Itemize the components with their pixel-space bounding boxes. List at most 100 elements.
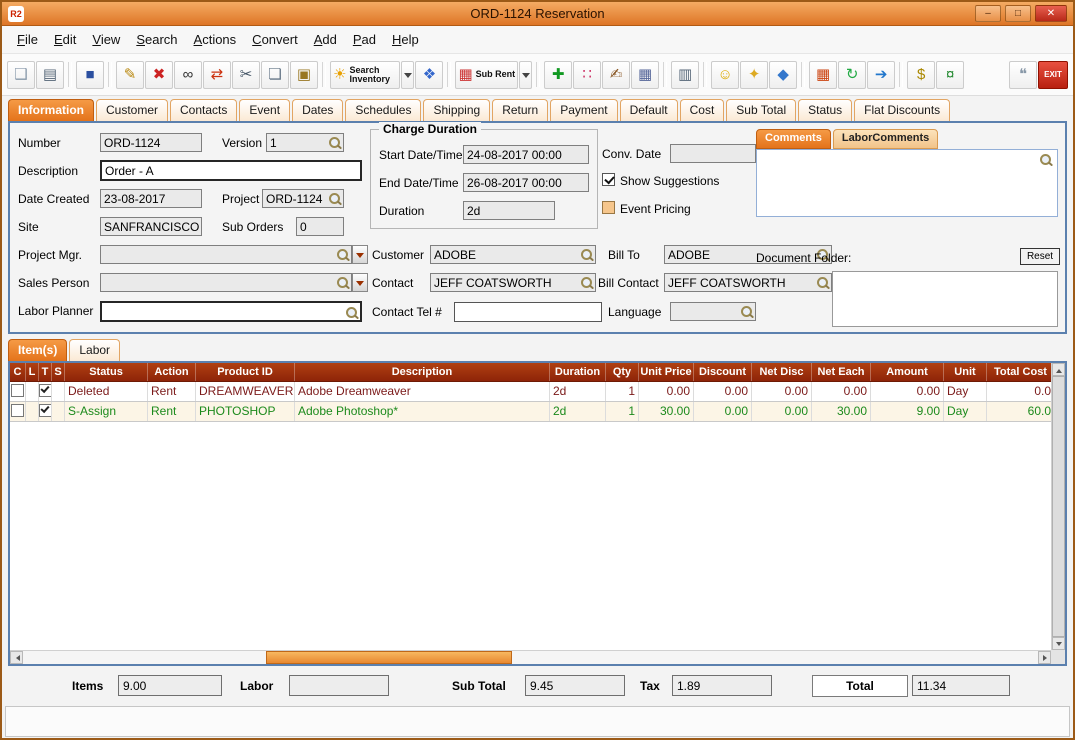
column-header-s[interactable]: S [52,363,65,381]
convert-order-button[interactable]: ⇄ [203,61,231,89]
menu-edit[interactable]: Edit [47,29,83,50]
cell-c[interactable] [10,402,26,421]
horizontal-scroll-thumb[interactable] [266,651,512,664]
customer-search-icon[interactable] [580,248,594,262]
edit-notes-button[interactable]: ✍ [602,61,630,89]
payment-button[interactable]: ¤ [936,61,964,89]
coins-button[interactable]: $ [907,61,935,89]
find-button[interactable]: ∞ [174,61,202,89]
title-bar[interactable]: R2 ORD-1124 Reservation – □ ✕ [2,2,1073,26]
date-created-field[interactable]: 23-08-2017 [100,189,202,208]
close-button[interactable]: ✕ [1035,5,1067,22]
exit-button[interactable]: EXIT [1038,61,1068,89]
show-suggestions-checkbox[interactable] [602,173,615,186]
table-row[interactable]: S-AssignRentPHOTOSHOPAdobe Photoshop*2d1… [10,402,1065,422]
sales-person-dropdown-button[interactable] [352,273,368,292]
vertical-scroll-thumb[interactable] [1052,376,1065,637]
labor-planner-field[interactable] [100,301,362,322]
start-datetime-field[interactable]: 24-08-2017 00:00 [463,145,589,164]
cell-l[interactable] [26,382,39,401]
items-tab-item-s[interactable]: Item(s) [8,339,67,361]
column-header-qty[interactable]: Qty [606,363,639,381]
sales-person-search-icon[interactable] [336,276,350,290]
horizontal-scroll-track[interactable] [23,651,1038,664]
tab-status[interactable]: Status [798,99,852,121]
labor-planner-search-icon[interactable] [345,306,359,320]
tab-contacts[interactable]: Contacts [170,99,237,121]
table-row[interactable]: DeletedRentDREAMWEAVERAdobe Dreamweaver2… [10,382,1065,402]
column-header-duration[interactable]: Duration [550,363,606,381]
scroll-up-button[interactable] [1052,363,1065,376]
scroll-right-button[interactable] [1038,651,1051,664]
export-button[interactable]: ➔ [867,61,895,89]
tab-default[interactable]: Default [620,99,678,121]
event-pricing-checkbox[interactable] [602,201,615,214]
column-header-action[interactable]: Action [148,363,196,381]
t-checkbox[interactable] [39,404,52,417]
customer-field[interactable]: ADOBE [430,245,596,264]
items-tab-labor[interactable]: Labor [69,339,120,361]
menu-add[interactable]: Add [307,29,344,50]
column-header-c[interactable]: C [10,363,26,381]
minimize-button[interactable]: – [975,5,1001,22]
items-total-field[interactable]: 9.00 [118,675,222,696]
tab-return[interactable]: Return [492,99,548,121]
shipment-button[interactable]: ◆ [769,61,797,89]
bill-contact-search-icon[interactable] [816,276,830,290]
refresh-button[interactable]: ↻ [838,61,866,89]
document-folder-textarea[interactable] [832,271,1058,327]
tab-event[interactable]: Event [239,99,290,121]
column-header-discount[interactable]: Discount [694,363,752,381]
apply-filter-button[interactable]: ❖ [415,61,443,89]
contact-field[interactable]: JEFF COATSWORTH [430,273,596,292]
sub-orders-field[interactable]: 0 [296,217,344,236]
horizontal-scrollbar[interactable] [10,650,1051,664]
paste-button[interactable]: ▣ [290,61,318,89]
version-field[interactable]: 1 [266,133,344,152]
menu-actions[interactable]: Actions [187,29,244,50]
cube-stack-button[interactable]: ▦ [809,61,837,89]
tab-shipping[interactable]: Shipping [423,99,490,121]
language-field[interactable] [670,302,756,321]
menu-convert[interactable]: Convert [245,29,305,50]
column-header-net-disc[interactable]: Net Disc [752,363,812,381]
tab-information[interactable]: Information [8,99,94,121]
scroll-left-button[interactable] [10,651,23,664]
search-inventory-dropdown-button[interactable] [401,61,414,89]
menu-help[interactable]: Help [385,29,426,50]
comments-tab-comments[interactable]: Comments [756,129,831,149]
column-header-unit[interactable]: Unit [944,363,987,381]
tab-customer[interactable]: Customer [96,99,168,121]
cell-l[interactable] [26,402,39,421]
vertical-scrollbar[interactable] [1051,363,1065,650]
sub-rent-button[interactable]: ▦Sub Rent [455,61,518,89]
conv-date-field[interactable] [670,144,756,163]
add-item-button[interactable]: ✚ [544,61,572,89]
column-header-description[interactable]: Description [295,363,550,381]
menu-file[interactable]: File [10,29,45,50]
tab-payment[interactable]: Payment [550,99,617,121]
sub-rent-dropdown-button[interactable] [519,61,532,89]
end-datetime-field[interactable]: 26-08-2017 00:00 [463,173,589,192]
tab-cost[interactable]: Cost [680,99,725,121]
comment-button[interactable]: ❝ [1009,61,1037,89]
new-document-button[interactable]: ❑ [7,61,35,89]
column-header-t[interactable]: T [39,363,52,381]
save-button[interactable]: ■ [76,61,104,89]
cell-t[interactable] [39,382,52,401]
project-mgr-dropdown-button[interactable] [352,245,368,264]
description-field[interactable]: Order - A [100,160,362,181]
version-search-icon[interactable] [328,136,342,150]
tab-dates[interactable]: Dates [292,99,343,121]
c-checkbox[interactable] [11,384,24,397]
column-header-product-id[interactable]: Product ID [196,363,295,381]
search-inventory-button[interactable]: ☀Search Inventory [330,61,400,89]
maximize-button[interactable]: □ [1005,5,1031,22]
comments-search-icon[interactable] [1039,153,1053,167]
sub-total-field[interactable]: 9.45 [525,675,625,696]
tax-field[interactable]: 1.89 [672,675,772,696]
comments-textarea[interactable] [756,149,1058,217]
contact-search-icon[interactable] [580,276,594,290]
site-field[interactable]: SANFRANCISCO [100,217,202,236]
print-button[interactable]: ▤ [36,61,64,89]
